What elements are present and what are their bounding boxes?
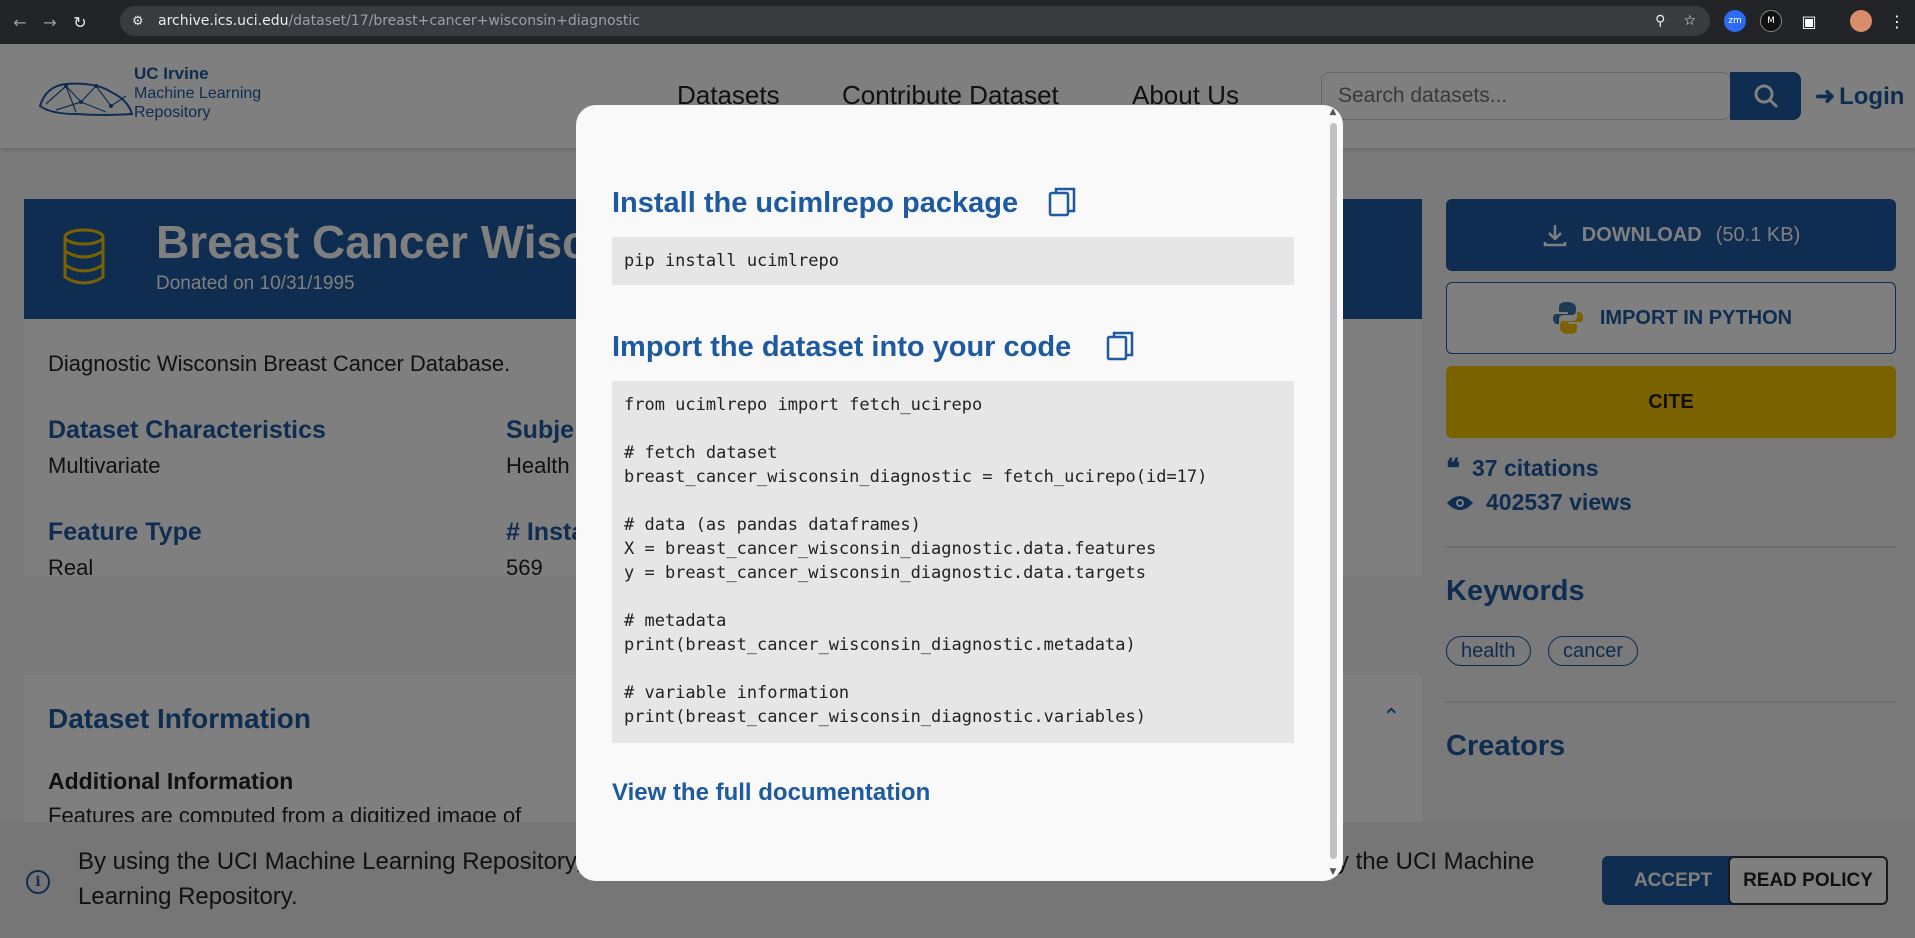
copy-icon[interactable] — [1106, 331, 1134, 363]
view-documentation-link[interactable]: View the full documentation — [612, 779, 930, 807]
modal-scrollbar[interactable]: ▲ ▼ — [1327, 105, 1339, 881]
install-package-title: Install the ucimlrepo package — [612, 187, 1019, 219]
extension-m-label: M — [1767, 16, 1775, 26]
site-info-icon[interactable]: ⚙ — [132, 14, 148, 29]
scroll-down-arrow-icon[interactable]: ▼ — [1327, 867, 1339, 877]
import-code-block[interactable]: from ucimlrepo import fetch_ucirepo # fe… — [612, 381, 1294, 743]
browser-menu-icon[interactable]: ⋮ — [1886, 10, 1908, 32]
url-domain: archive.ics.uci.edu — [158, 13, 289, 29]
scrollbar-thumb[interactable] — [1330, 123, 1337, 859]
bookmark-star-icon[interactable]: ☆ — [1683, 13, 1696, 29]
browser-toolbar: ← → ↻ ⚙ archive.ics.uci.edu/dataset/17/b… — [0, 0, 1915, 44]
url-path: /dataset/17/breast+cancer+wisconsin+diag… — [288, 13, 640, 29]
address-bar[interactable]: ⚙ archive.ics.uci.edu/dataset/17/breast+… — [120, 6, 1710, 36]
copy-icon[interactable] — [1048, 187, 1076, 219]
reload-icon[interactable]: ↻ — [70, 12, 90, 32]
import-dataset-title: Import the dataset into your code — [612, 331, 1072, 363]
extension-zoom-label: zm — [1728, 16, 1742, 26]
back-icon[interactable]: ← — [10, 12, 30, 32]
extension-m-icon[interactable]: M — [1760, 10, 1782, 32]
forward-icon[interactable]: → — [40, 12, 60, 32]
extension-zoom-icon[interactable]: zm — [1724, 10, 1746, 32]
install-code-block[interactable]: pip install ucimlrepo — [612, 237, 1294, 285]
scroll-up-arrow-icon[interactable]: ▲ — [1327, 107, 1339, 117]
url-text[interactable]: archive.ics.uci.edu/dataset/17/breast+ca… — [158, 13, 640, 29]
zoom-icon[interactable]: ⚲ — [1655, 13, 1665, 29]
import-python-modal: Install the ucimlrepo package pip instal… — [576, 105, 1343, 881]
profile-avatar[interactable] — [1850, 10, 1872, 32]
extensions-puzzle-icon[interactable]: ▣ — [1798, 10, 1820, 32]
